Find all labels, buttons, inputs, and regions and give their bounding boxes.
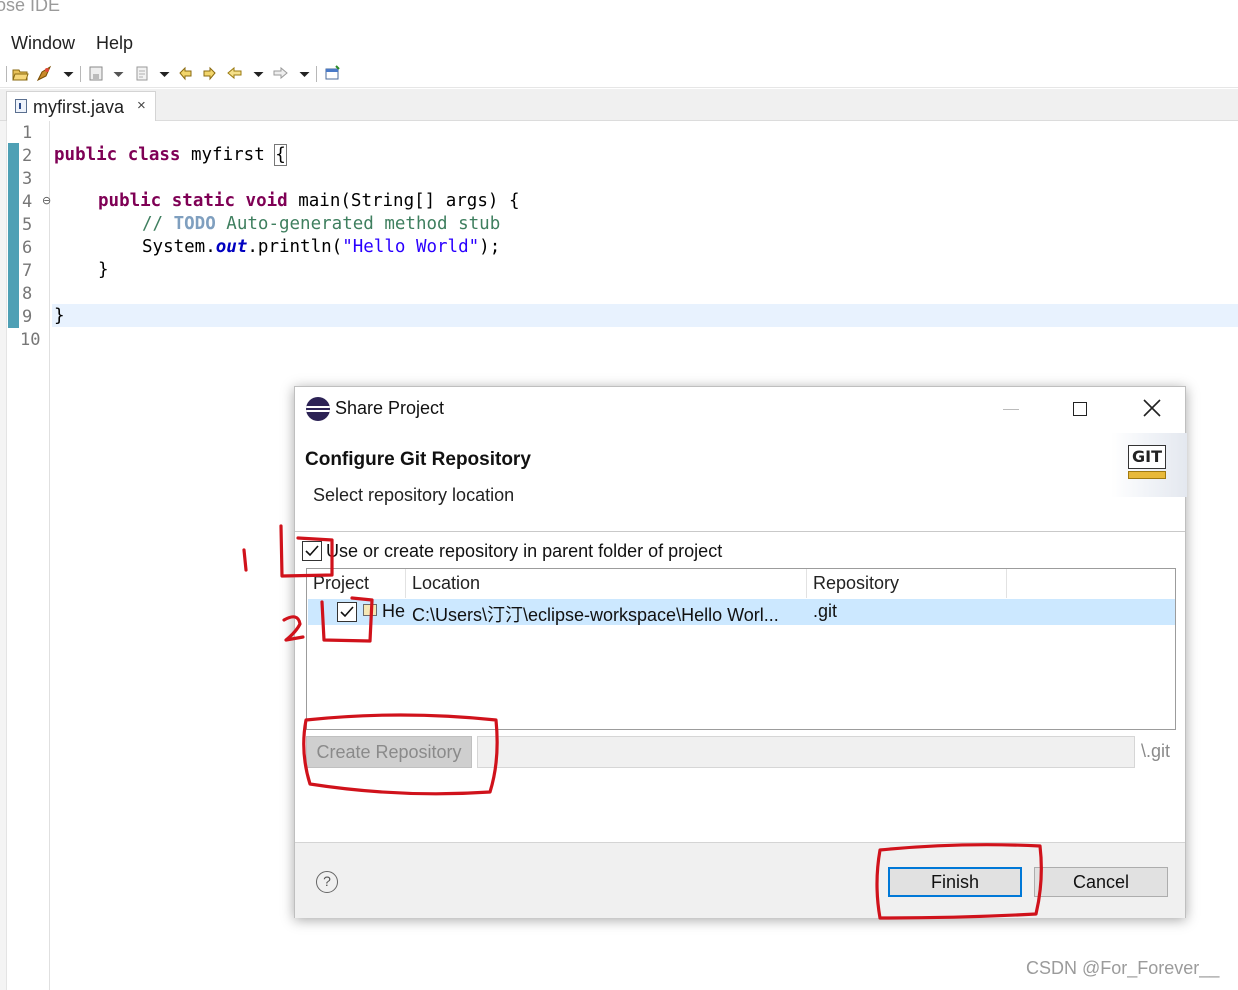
new-window-icon[interactable]	[324, 65, 341, 82]
editor-tab-strip: myfirst.java ×	[0, 89, 1238, 122]
code-line-6: System.out.println("Hello World");	[142, 237, 501, 257]
quick-diff-marker	[8, 143, 19, 328]
back-arrow-icon[interactable]	[226, 65, 243, 82]
csdn-watermark: CSDN @For_Forever__	[1026, 958, 1220, 978]
column-header-project[interactable]: Project	[307, 569, 406, 598]
line-number: 5	[22, 215, 33, 235]
wizard-description: Select repository location	[313, 485, 515, 505]
git-banner-icon: GIT	[1111, 433, 1187, 497]
eclipse-logo-icon	[306, 397, 330, 421]
cancel-button[interactable]: Cancel	[1034, 867, 1168, 897]
toolbar-separator	[6, 66, 7, 82]
close-tab-icon[interactable]: ×	[137, 97, 146, 114]
help-icon[interactable]: ?	[316, 871, 338, 893]
window-titlebar: ose IDE	[0, 0, 1238, 22]
column-header-location[interactable]: Location	[406, 569, 807, 598]
code-line-4: public static void main(String[] args) {	[98, 191, 520, 211]
window-title: ose IDE	[0, 0, 61, 15]
minimize-icon[interactable]	[1003, 409, 1019, 410]
toolbar-separator	[316, 66, 317, 82]
finish-button[interactable]: Finish	[888, 867, 1022, 897]
publish-icon[interactable]	[134, 65, 151, 82]
use-parent-repo-checkbox[interactable]	[302, 541, 322, 561]
code-line-9: }	[54, 306, 65, 326]
git-suffix-label: \.git	[1141, 741, 1171, 761]
dialog-title: Share Project	[335, 398, 445, 418]
close-icon[interactable]	[1141, 397, 1163, 419]
row-project-name: He	[382, 601, 406, 621]
line-number: 10	[20, 330, 41, 350]
dropdown-arrow-icon[interactable]	[60, 65, 74, 82]
create-repository-button[interactable]: Create Repository	[306, 736, 472, 768]
editor-tab-label: myfirst.java	[33, 97, 125, 117]
share-project-dialog: Share Project Configure Git Repository S…	[294, 386, 1187, 918]
row-project-checkbox[interactable]	[337, 602, 357, 622]
git-badge-base	[1128, 471, 1166, 479]
save-icon[interactable]	[88, 65, 105, 82]
line-number: 9	[22, 307, 33, 327]
row-location: C:\Users\汀汀\eclipse-workspace\Hello Worl…	[412, 605, 779, 625]
toolbar-separator	[80, 66, 81, 82]
main-toolbar	[0, 60, 1238, 88]
maximize-icon[interactable]	[1073, 402, 1087, 416]
row-repository: .git	[813, 601, 838, 621]
project-repository-table: Project Location Repository He C:\Users\…	[306, 568, 1176, 730]
header-separator	[295, 531, 1185, 532]
line-number: 1	[22, 123, 33, 143]
line-number: 7	[22, 261, 33, 281]
repository-path-input[interactable]	[477, 736, 1135, 768]
run-launch-icon[interactable]	[36, 65, 53, 82]
project-folder-icon	[363, 604, 377, 616]
line-number: 3	[22, 169, 33, 189]
editor-tab-myfirst[interactable]: myfirst.java ×	[6, 91, 156, 122]
code-line-5: // TODO Auto-generated method stub	[142, 214, 501, 234]
menu-window[interactable]: Window	[11, 33, 75, 54]
dropdown-arrow-icon[interactable]	[156, 65, 170, 82]
current-line-highlight	[52, 304, 1238, 327]
line-number: 2	[22, 146, 33, 166]
wizard-heading: Configure Git Repository	[305, 449, 531, 470]
menu-help[interactable]: Help	[96, 33, 133, 54]
code-line-2: public class myfirst {	[54, 144, 287, 166]
overview-ruler	[0, 121, 7, 990]
java-file-icon	[15, 99, 27, 113]
prev-annotation-icon[interactable]	[178, 65, 195, 82]
next-annotation-icon[interactable]	[200, 65, 217, 82]
dropdown-arrow-icon[interactable]	[296, 65, 310, 82]
dropdown-arrow-icon[interactable]	[250, 65, 264, 82]
menu-bar: Window Help	[0, 30, 1238, 58]
fold-collapse-icon[interactable]: ⊖	[42, 194, 51, 207]
forward-arrow-icon[interactable]	[272, 65, 289, 82]
code-line-7: }	[98, 260, 109, 280]
column-header-repository[interactable]: Repository	[807, 569, 1007, 598]
open-folder-icon[interactable]	[12, 65, 29, 82]
use-parent-repo-label[interactable]: Use or create repository in parent folde…	[326, 541, 722, 562]
line-number: 6	[22, 238, 33, 258]
dropdown-arrow-icon[interactable]	[110, 65, 124, 82]
git-badge-label: GIT	[1128, 445, 1166, 469]
line-number: 8	[22, 284, 33, 304]
